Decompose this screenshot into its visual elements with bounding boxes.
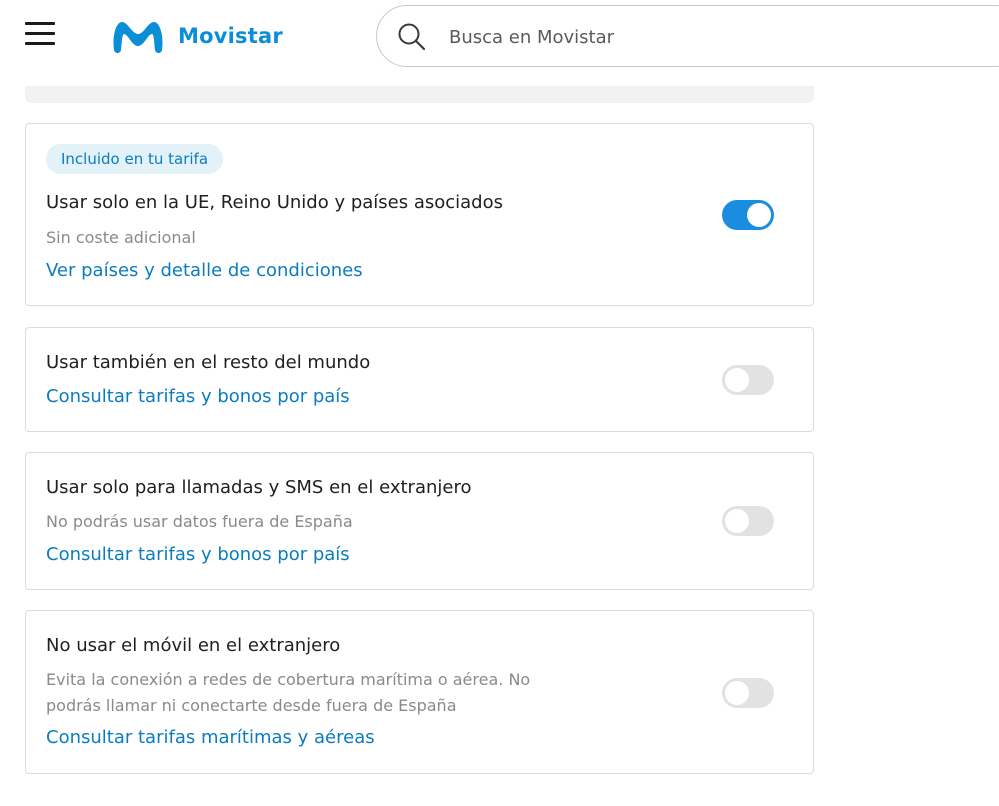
consult-maritime-rates-link[interactable]: Consultar tarifas marítimas y aéreas: [46, 727, 375, 748]
roaming-option-calls-sms-card: Usar solo para llamadas y SMS en el extr…: [25, 452, 814, 590]
option-subtitle: No podrás usar datos fuera de España: [46, 512, 353, 531]
option-title: Usar también en el resto del mundo: [46, 352, 371, 373]
option-title: Usar solo para llamadas y SMS en el extr…: [46, 477, 472, 498]
toggle-knob: [747, 203, 771, 227]
option-subtitle: Sin coste adicional: [46, 228, 196, 247]
roaming-option-world-card: Usar también en el resto del mundo Consu…: [25, 327, 814, 432]
search-bar[interactable]: [376, 5, 999, 67]
roaming-option-disabled-card: No usar el móvil en el extranjero Evita …: [25, 610, 814, 774]
consult-rates-link[interactable]: Consultar tarifas y bonos por país: [46, 544, 350, 565]
toggle-knob: [725, 681, 749, 705]
view-countries-link[interactable]: Ver países y detalle de condiciones: [46, 260, 363, 281]
search-input[interactable]: [449, 22, 949, 52]
movistar-m-icon: [113, 22, 163, 53]
option-subtitle-line-1: Evita la conexión a redes de cobertura m…: [46, 670, 531, 689]
toggle-knob: [725, 368, 749, 392]
top-header: Movistar: [0, 0, 999, 74]
toggle-knob: [725, 509, 749, 533]
previous-card-edge: [25, 86, 814, 103]
movistar-logo[interactable]: Movistar: [110, 16, 283, 56]
consult-rates-link[interactable]: Consultar tarifas y bonos por país: [46, 386, 350, 407]
search-icon: [398, 23, 426, 51]
option-title: No usar el móvil en el extranjero: [46, 635, 341, 656]
included-badge: Incluido en tu tarifa: [46, 144, 224, 174]
brand-name: Movistar: [178, 24, 283, 48]
toggle-world-roaming[interactable]: [722, 365, 774, 395]
toggle-no-roaming[interactable]: [722, 678, 774, 708]
toggle-eu-roaming[interactable]: [722, 200, 774, 230]
option-subtitle-line-2: podrás llamar ni conectarte desde fuera …: [46, 696, 457, 715]
roaming-option-eu-card: Incluido en tu tarifa Usar solo en la UE…: [25, 123, 814, 306]
toggle-calls-sms-roaming[interactable]: [722, 506, 774, 536]
hamburger-menu-icon[interactable]: [25, 22, 55, 46]
option-title: Usar solo en la UE, Reino Unido y países…: [46, 192, 503, 213]
